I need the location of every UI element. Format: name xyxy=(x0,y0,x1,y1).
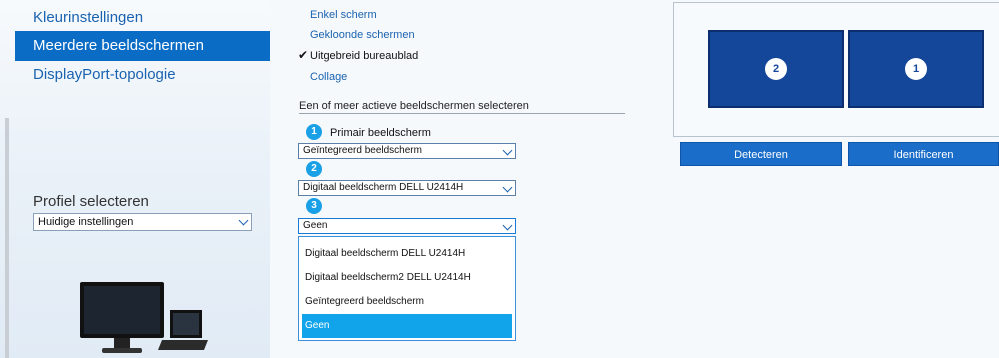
sidebar-item-meerdere-beeldschermen[interactable]: Meerdere beeldschermen xyxy=(15,31,270,61)
display-1-value: Geïntegreerd beeldscherm xyxy=(303,145,422,156)
profile-select-value: Huidige instellingen xyxy=(38,216,134,228)
detect-button[interactable]: Detecteren xyxy=(680,142,842,166)
monitor-tile-1[interactable]: 1 xyxy=(848,30,984,108)
display-1-dropdown[interactable]: Geïntegreerd beeldscherm xyxy=(298,143,516,159)
display-2-dropdown[interactable]: Digitaal beeldscherm DELL U2414H xyxy=(298,180,516,196)
mode-single-link[interactable]: Enkel scherm xyxy=(310,9,377,21)
sidebar-item-displayport-topologie[interactable]: DisplayPort-topologie xyxy=(15,60,270,90)
dropdown-option-selected[interactable]: Geen xyxy=(302,314,512,338)
sidebar-item-kleurinstellingen[interactable]: Kleurinstellingen xyxy=(15,3,270,33)
primary-display-label: Primair beeldscherm xyxy=(330,127,431,139)
chevron-down-icon xyxy=(502,145,513,156)
chevron-down-icon xyxy=(502,220,513,231)
chevron-down-icon xyxy=(502,182,513,193)
mode-collage-link[interactable]: Collage xyxy=(310,71,347,83)
dropdown-option[interactable]: Digitaal beeldscherm2 DELL U2414H xyxy=(302,266,512,290)
section-divider xyxy=(299,113,625,114)
identify-button[interactable]: Identificeren xyxy=(848,142,999,166)
monitor-number: 1 xyxy=(905,58,927,80)
display-number-badge: 1 xyxy=(306,124,322,140)
dropdown-option[interactable]: Geïntegreerd beeldscherm xyxy=(302,290,512,314)
display-3-dropdown[interactable]: Geen xyxy=(298,218,516,234)
mode-clone-link[interactable]: Gekloonde schermen xyxy=(310,29,415,41)
chevron-down-icon xyxy=(238,215,249,226)
mode-extended-current: Uitgebreid bureaublad xyxy=(310,50,419,62)
profile-select[interactable]: Huidige instellingen xyxy=(33,213,252,231)
sidebar: Kleurinstellingen Meerdere beeldschermen… xyxy=(0,0,270,358)
desktop-laptop-illustration xyxy=(80,282,208,353)
display-arrangement-panel: 2 1 xyxy=(673,2,999,137)
sidebar-scrollbar[interactable] xyxy=(5,118,9,358)
display-number-badge: 2 xyxy=(306,161,322,177)
profile-label: Profiel selecteren xyxy=(33,193,149,210)
section-title: Een of meer actieve beeldschermen select… xyxy=(299,100,529,112)
checkmark-icon: ✔ xyxy=(298,48,309,62)
main-content: Enkel scherm Gekloonde schermen ✔ Uitgeb… xyxy=(270,0,999,358)
display-number-badge: 3 xyxy=(306,198,322,214)
dropdown-option[interactable]: Digitaal beeldscherm DELL U2414H xyxy=(302,242,512,266)
display-2-value: Digitaal beeldscherm DELL U2414H xyxy=(303,182,464,193)
monitor-tile-2[interactable]: 2 xyxy=(708,30,844,108)
display-3-dropdown-list: Digitaal beeldscherm DELL U2414H Digitaa… xyxy=(298,236,516,341)
monitor-number: 2 xyxy=(765,58,787,80)
display-3-value: Geen xyxy=(303,220,328,231)
